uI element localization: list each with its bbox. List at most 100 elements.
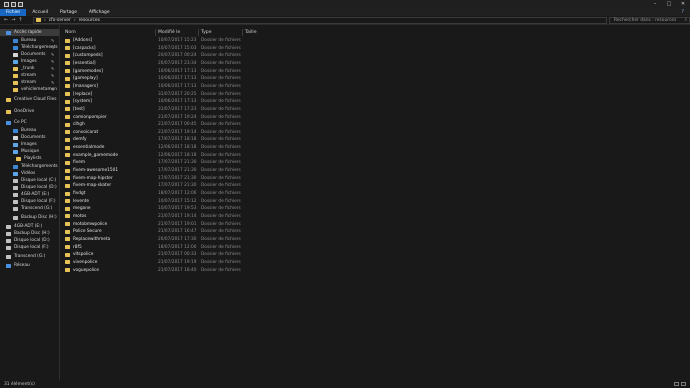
pin-icon[interactable]: ✎ [51, 87, 54, 92]
file-row[interactable]: megane 10/07/2017 19:53 Dossier de fichier… [61, 205, 301, 212]
file-type: Dossier de fichiers [201, 229, 241, 235]
file-row[interactable]: Police Secure 21/07/2017 16:47 Dossier de … [61, 228, 301, 235]
file-row[interactable]: fivem-map-hipster 17/07/2017 21:30 Dossier… [61, 175, 301, 182]
file-row[interactable]: [gamemodes] 10/06/2017 17:13 Dossier de fi… [61, 68, 301, 75]
file-row[interactable]: r8f5 18/07/2017 12:00 Dossier de fichiers [61, 244, 301, 251]
pane-divider[interactable] [59, 25, 60, 380]
pin-icon[interactable]: ✎ [51, 73, 54, 78]
file-row[interactable]: fivem-awesome1501 17/07/2017 21:30 Dossier… [61, 167, 301, 174]
forward-button[interactable]: → [11, 17, 15, 23]
file-row[interactable]: [carpacks] 10/07/2017 15:03 Dossier de fic… [61, 45, 301, 52]
column-separator[interactable] [198, 29, 199, 36]
breadcrumb-chevron-icon[interactable]: › [44, 18, 46, 23]
file-row[interactable]: fivdgt 18/07/2017 12:06 Dossier de fichier… [61, 190, 301, 197]
file-row[interactable]: essentialmode 12/06/2017 18:18 Dossier de … [61, 144, 301, 151]
sidebar-item[interactable]: Backup Disc (H:) [0, 230, 59, 237]
maximize-button[interactable]: □ [662, 0, 676, 9]
file-row[interactable]: fivem-map-skater 17/07/2017 21:30 Dossier … [61, 182, 301, 189]
sidebar-item[interactable]: Playlists [0, 155, 59, 162]
tab-home[interactable]: Accueil [26, 9, 54, 16]
file-row[interactable]: levente 10/07/2017 15:12 Dossier de fichie… [61, 198, 301, 205]
sidebar-item[interactable]: Bureau [0, 127, 59, 134]
column-header-type[interactable]: Type [201, 29, 212, 36]
file-row[interactable]: [essential] 20/07/2017 23:34 Dossier de fi… [61, 60, 301, 67]
column-separator[interactable] [155, 29, 156, 36]
sidebar-item[interactable]: Accès rapide [0, 29, 59, 36]
sidebar-item[interactable]: OneDrive [0, 108, 59, 115]
pin-icon[interactable]: ✎ [51, 45, 54, 50]
file-row[interactable]: [system] 10/06/2017 17:13 Dossier de fichi… [61, 98, 301, 105]
file-name: megane [65, 205, 91, 212]
close-button[interactable]: ✕ [676, 0, 690, 9]
back-button[interactable]: ← [4, 17, 8, 23]
large-icons-view-icon[interactable] [681, 382, 686, 386]
file-name-label: fivem [73, 160, 86, 166]
sidebar-item[interactable]: Images [0, 141, 59, 148]
new-folder-icon[interactable] [11, 2, 16, 7]
file-type: Dossier de fichiers [201, 145, 241, 151]
tab-file[interactable]: Fichier [0, 9, 27, 16]
file-row[interactable]: [gameplay] 10/06/2017 17:13 Dossier de fic… [61, 75, 301, 82]
column-separator[interactable] [242, 29, 243, 36]
file-row[interactable]: [Addons] 10/07/2017 15:23 Dossier de fichi… [61, 37, 301, 44]
sidebar-item[interactable]: Musique [0, 148, 59, 155]
file-row[interactable]: vivenpolice 21/07/2017 19:19 Dossier de fi… [61, 259, 301, 266]
file-row[interactable]: vltspolice 21/07/2017 00:33 Dossier de fic… [61, 251, 301, 258]
column-header-date[interactable]: Modifié le [158, 29, 180, 36]
file-row[interactable]: voguepolice 21/07/2017 18:40 Dossier de fi… [61, 267, 301, 274]
file-row[interactable]: Replacewithmeta 20/07/2017 17:30 Dossier d… [61, 236, 301, 243]
details-view-icon[interactable] [674, 382, 679, 386]
properties-icon[interactable] [4, 2, 9, 7]
file-row[interactable]: camionpompier 21/07/2017 19:24 Dossier de … [61, 114, 301, 121]
column-header-size[interactable]: Taille [245, 29, 257, 36]
file-name: fivem-map-hipster [65, 175, 113, 182]
minimize-button[interactable]: – [648, 0, 662, 9]
file-row[interactable]: clhgh 21/07/2017 00:45 Dossier de fichiers [61, 121, 301, 128]
breadcrumb-item[interactable]: resources [79, 18, 100, 23]
sidebar-item[interactable]: Disque local (F:) [0, 198, 59, 205]
sidebar-item[interactable]: Transcend (G:) [0, 253, 59, 260]
search-input[interactable]: Rechercher dans : resources ⌕ [609, 16, 690, 24]
file-row[interactable]: [managers] 10/06/2017 17:13 Dossier de fic… [61, 83, 301, 90]
help-icon[interactable]: ? [681, 9, 690, 16]
sidebar-item[interactable]: Disque local (C:) [0, 177, 59, 184]
sidebar-item[interactable]: Backup Disc (H:) [0, 214, 59, 221]
pin-icon[interactable]: ✎ [51, 38, 54, 43]
file-row[interactable]: motobmwpolice 21/07/2017 19:01 Dossier de … [61, 221, 301, 228]
sidebar-item[interactable]: 4GB-ADT (E:) [0, 191, 59, 198]
file-row[interactable]: [test] 31/07/2017 17:23 Dossier de fichier… [61, 106, 301, 113]
tab-view[interactable]: Affichage [83, 9, 116, 16]
file-name-label: [managers] [73, 83, 98, 89]
sidebar-item-label: Disque local (D:) [14, 238, 50, 243]
file-row[interactable]: fivem 17/07/2017 21:30 Dossier de fichiers [61, 159, 301, 166]
file-row[interactable]: demfy 17/07/2017 18:18 Dossier de fichiers [61, 136, 301, 143]
dropdown-icon[interactable] [18, 2, 23, 7]
column-header-name[interactable]: Nom [65, 29, 76, 36]
file-row[interactable]: motos 21/07/2017 19:14 Dossier de fichiers [61, 213, 301, 220]
sidebar-item[interactable]: Disque local (D:) [0, 184, 59, 191]
sidebar-item[interactable]: Ce PC [0, 119, 59, 126]
up-button[interactable]: ↑ [18, 17, 22, 23]
sidebar-item[interactable]: Disque local (D:) [0, 237, 59, 244]
pin-icon[interactable]: ✎ [51, 66, 54, 71]
breadcrumb-chevron-icon[interactable]: › [74, 18, 76, 23]
breadcrumb-item[interactable]: cfx-server [49, 18, 71, 23]
sidebar-item[interactable]: Creative Cloud Files [0, 96, 59, 103]
sidebar-item[interactable]: Téléchargements [0, 163, 59, 170]
pin-icon[interactable]: ✎ [51, 59, 54, 64]
file-row[interactable]: [replace] 31/07/2017 20:25 Dossier de fich… [61, 91, 301, 98]
address-path[interactable]: › cfx-server › resources [33, 16, 607, 24]
sidebar-item[interactable]: Disque local (F:) [0, 244, 59, 251]
file-row[interactable]: [custompeds] 20/07/2017 00:24 Dossier de f… [61, 52, 301, 59]
sidebar-item-label: Playlists [24, 156, 42, 161]
pin-icon[interactable]: ✎ [51, 80, 54, 85]
sidebar-item[interactable]: Transcend (G:) [0, 205, 59, 212]
sidebar-item[interactable]: Documents [0, 134, 59, 141]
sidebar-item[interactable]: Vidéos [0, 170, 59, 177]
file-row[interactable]: convoicarat 21/07/2017 19:14 Dossier de fi… [61, 129, 301, 136]
tab-share[interactable]: Partage [54, 9, 83, 16]
pin-icon[interactable]: ✎ [51, 52, 54, 57]
sidebar-item[interactable]: 4GB-ADT (E:) [0, 223, 59, 230]
file-row[interactable]: example_gamemode 12/06/2017 18:18 Dossier … [61, 152, 301, 159]
sidebar-item[interactable]: Réseau [0, 262, 59, 269]
